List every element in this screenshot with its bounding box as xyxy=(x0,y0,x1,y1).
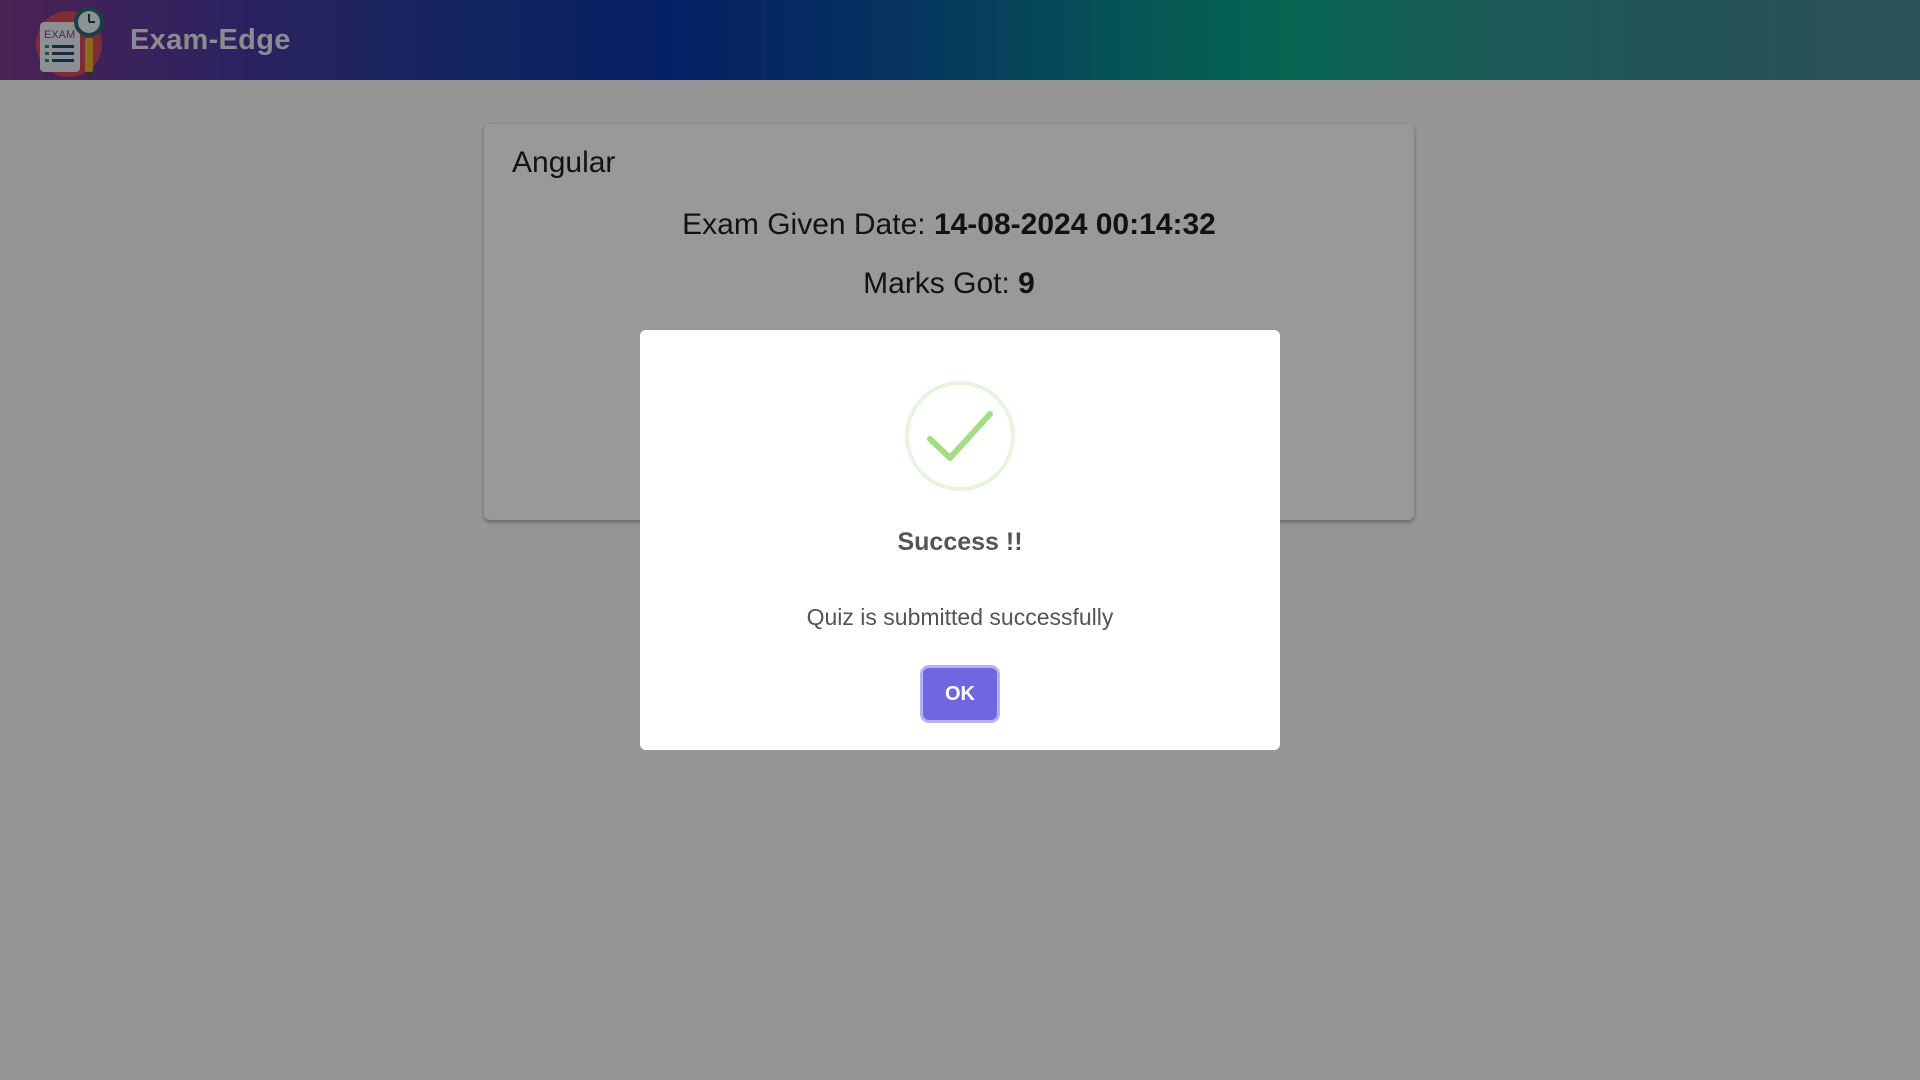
success-check-icon xyxy=(905,381,1015,491)
dialog-title: Success !! xyxy=(897,528,1023,556)
dialog-message: Quiz is submitted successfully xyxy=(806,604,1114,630)
ok-button[interactable]: OK xyxy=(923,668,997,720)
success-dialog: Success !! Quiz is submitted successfull… xyxy=(640,330,1280,750)
